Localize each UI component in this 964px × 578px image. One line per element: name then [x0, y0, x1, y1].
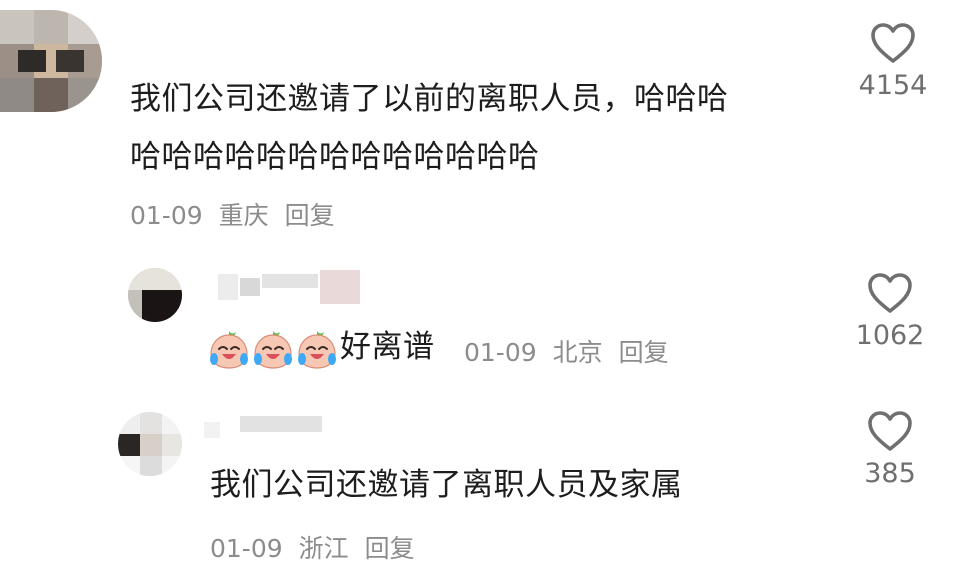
- comment-meta: 01-09 重庆 回复: [130, 196, 343, 232]
- like-button[interactable]: 1062: [850, 272, 930, 351]
- heart-outline-icon: [853, 22, 933, 64]
- reply-button[interactable]: 回复: [365, 534, 415, 563]
- heart-outline-icon: [850, 272, 930, 314]
- comment-location: 重庆: [218, 201, 269, 230]
- comment-text: 我们公司还邀请了以前的离职人员，哈哈哈 哈哈哈哈哈哈哈哈哈哈哈哈哈: [130, 70, 830, 186]
- comment-text-line-1: 我们公司还邀请了以前的离职人员，哈哈哈: [130, 81, 729, 117]
- comment-date: 01-09: [130, 201, 203, 230]
- like-count: 385: [864, 458, 916, 489]
- crying-laughing-peach-emoji: [254, 330, 292, 369]
- reply-date: 01-09: [210, 534, 283, 563]
- reply-meta: 01-09 北京 回复: [464, 333, 677, 369]
- reply-avatar[interactable]: [118, 412, 182, 476]
- reply-text-body: 好离谱: [340, 329, 435, 365]
- reply-text: 好离谱: [208, 318, 435, 376]
- like-count: 1062: [855, 320, 925, 351]
- reply-meta: 01-09 浙江 回复: [210, 529, 423, 565]
- like-button[interactable]: 385: [850, 410, 930, 489]
- comment-text-line-2: 哈哈哈哈哈哈哈哈哈哈哈哈哈: [130, 139, 540, 175]
- commenter-avatar[interactable]: [0, 10, 102, 112]
- reply-location: 浙江: [298, 534, 349, 563]
- reply-date: 01-09: [464, 338, 537, 367]
- reply-avatar[interactable]: [128, 268, 182, 322]
- like-count: 4154: [858, 70, 928, 101]
- like-button[interactable]: 4154: [853, 22, 933, 101]
- crying-laughing-peach-emoji: [298, 330, 336, 369]
- reply-location: 北京: [552, 338, 603, 367]
- reply-button[interactable]: 回复: [619, 338, 669, 367]
- crying-laughing-peach-emoji-group: [208, 329, 340, 369]
- crying-laughing-peach-emoji: [210, 330, 248, 369]
- reply-username-blurred[interactable]: [218, 268, 368, 308]
- reply-username-blurred[interactable]: [204, 414, 324, 444]
- reply-text: 我们公司还邀请了离职人员及家属: [210, 467, 683, 503]
- reply-button[interactable]: 回复: [285, 201, 335, 230]
- heart-outline-icon: [850, 410, 930, 452]
